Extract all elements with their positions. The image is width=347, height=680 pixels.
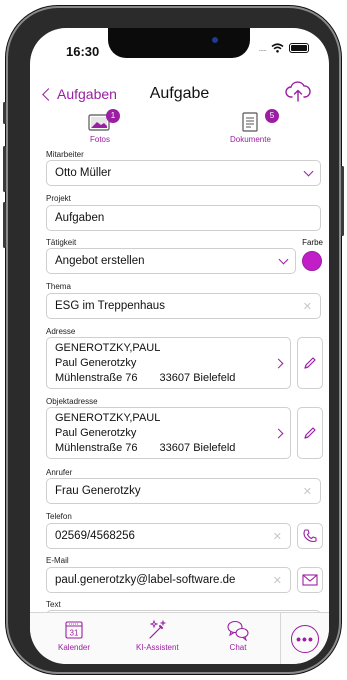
- status-time: 16:30: [66, 44, 100, 59]
- telefon-field[interactable]: 02569/4568256 ✕: [46, 523, 291, 549]
- tab-ki-assistent[interactable]: KI-Assistent: [136, 619, 179, 652]
- tab-divider: [280, 613, 281, 664]
- anrufer-field[interactable]: Frau Generotzky ✕: [46, 478, 321, 504]
- mitarbeiter-value: Otto Müller: [55, 167, 112, 179]
- attachments-row: 1 Fotos 5 Dokumente: [30, 109, 329, 150]
- cloud-upload-icon[interactable]: [285, 80, 311, 104]
- phone-frame: 16:30 ..... Aufgaben Aufgabe 1 Fotos 5 D…: [3, 6, 344, 674]
- email-value: paul.generotzky@label-software.de: [55, 574, 236, 586]
- dokumente-count-badge: 5: [264, 109, 279, 123]
- wifi-icon: [271, 43, 284, 53]
- adresse-line2: Paul Generotzky: [55, 356, 137, 369]
- fotos-button[interactable]: 1 Fotos: [88, 109, 120, 144]
- navigation-bar: Aufgaben Aufgabe: [30, 78, 329, 110]
- email-field[interactable]: paul.generotzky@label-software.de ✕: [46, 567, 291, 593]
- camera-icon: [212, 37, 218, 43]
- objektadresse-city: 33607 Bielefeld: [159, 441, 236, 454]
- more-button[interactable]: •••: [291, 625, 319, 653]
- pencil-icon: [304, 427, 316, 439]
- email-label: E-Mail: [46, 556, 69, 565]
- clear-icon[interactable]: ✕: [303, 485, 312, 498]
- adresse-lines: GENEROTZKY,PAUL Paul Generotzky Mühlenst…: [55, 341, 275, 386]
- more-icon: •••: [296, 631, 314, 647]
- adresse-edit-button[interactable]: [297, 337, 323, 389]
- mitarbeiter-label: Mitarbeiter: [46, 150, 84, 159]
- thema-value: ESG im Treppenhaus: [55, 300, 165, 312]
- calendar-day: 31: [70, 629, 79, 638]
- dokumente-button[interactable]: 5 Dokumente: [230, 109, 279, 144]
- tab-kalender-label: Kalender: [58, 643, 91, 652]
- adresse-field[interactable]: GENEROTZKY,PAUL Paul Generotzky Mühlenst…: [46, 337, 291, 389]
- thema-label: Thema: [46, 282, 71, 291]
- tab-chat-label: Chat: [229, 643, 247, 652]
- calendar-icon: 31: [65, 621, 83, 639]
- taetigkeit-label: Tätigkeit: [46, 238, 77, 247]
- call-button[interactable]: [297, 523, 323, 549]
- thema-field[interactable]: ESG im Treppenhaus ✕: [46, 293, 321, 319]
- farbe-label: Farbe: [302, 238, 323, 247]
- tab-kalender[interactable]: 31 Kalender: [58, 619, 90, 652]
- send-email-button[interactable]: [297, 567, 323, 593]
- adresse-line3: Mühlenstraße 76 33607 Bielefeld: [55, 371, 275, 386]
- objektadresse-field[interactable]: GENEROTZKY,PAUL Paul Generotzky Mühlenst…: [46, 407, 291, 459]
- projekt-value: Aufgaben: [55, 212, 105, 224]
- magic-wand-icon: [149, 619, 167, 639]
- tab-bar: 31 Kalender KI-Assistent Chat •••: [30, 612, 329, 664]
- chevron-down-icon: [278, 254, 289, 264]
- clear-icon[interactable]: ✕: [273, 530, 282, 543]
- objektadresse-line3: Mühlenstraße 76 33607 Bielefeld: [55, 441, 275, 456]
- mitarbeiter-select[interactable]: Otto Müller: [46, 160, 321, 186]
- tab-ki-assistent-label: KI-Assistent: [136, 643, 179, 652]
- adresse-city: 33607 Bielefeld: [159, 371, 236, 384]
- chevron-down-icon: [303, 166, 314, 176]
- dokumente-label: Dokumente: [230, 135, 271, 144]
- mute-switch: [3, 102, 6, 124]
- photo-icon: 1: [88, 109, 120, 134]
- clear-icon[interactable]: ✕: [303, 300, 312, 313]
- clear-icon[interactable]: ✕: [273, 574, 282, 587]
- objektadresse-line2: Paul Generotzky: [55, 426, 137, 439]
- chevron-right-icon: [273, 428, 284, 438]
- volume-up-button: [3, 146, 6, 192]
- tab-chat[interactable]: Chat: [226, 619, 250, 652]
- fotos-count-badge: 1: [106, 109, 120, 123]
- chevron-right-icon: [273, 358, 284, 368]
- anrufer-value: Frau Generotzky: [55, 485, 141, 497]
- adresse-line1: GENEROTZKY,PAUL: [55, 341, 161, 354]
- document-icon: 5: [230, 109, 279, 134]
- phone-icon: [303, 529, 317, 543]
- taetigkeit-select[interactable]: Angebot erstellen: [46, 248, 296, 274]
- farbe-color-picker[interactable]: [302, 251, 322, 271]
- volume-down-button: [3, 202, 6, 248]
- objektadresse-street: Mühlenstraße 76: [55, 441, 138, 454]
- envelope-icon: [302, 574, 318, 586]
- text-label: Text: [46, 600, 61, 609]
- objektadresse-lines: GENEROTZKY,PAUL Paul Generotzky Mühlenst…: [55, 411, 275, 456]
- projekt-label: Projekt: [46, 194, 71, 203]
- adresse-street: Mühlenstraße 76: [55, 371, 138, 384]
- power-button: [341, 166, 344, 236]
- projekt-field[interactable]: Aufgaben: [46, 205, 321, 231]
- chat-bubbles-icon: [227, 620, 249, 641]
- screen: 16:30 ..... Aufgaben Aufgabe 1 Fotos 5 D…: [30, 28, 329, 664]
- telefon-label: Telefon: [46, 512, 72, 521]
- pencil-icon: [304, 357, 316, 369]
- adresse-label: Adresse: [46, 327, 76, 336]
- status-icons: .....: [258, 43, 309, 53]
- objektadresse-line1: GENEROTZKY,PAUL: [55, 411, 161, 424]
- fotos-label: Fotos: [89, 135, 110, 144]
- telefon-value: 02569/4568256: [55, 530, 135, 542]
- objektadresse-edit-button[interactable]: [297, 407, 323, 459]
- objektadresse-label: Objektadresse: [46, 397, 98, 406]
- battery-icon: [289, 43, 309, 53]
- signal-icon: .....: [258, 43, 266, 53]
- notch: [108, 28, 250, 58]
- anrufer-label: Anrufer: [46, 468, 73, 477]
- taetigkeit-value: Angebot erstellen: [55, 255, 145, 267]
